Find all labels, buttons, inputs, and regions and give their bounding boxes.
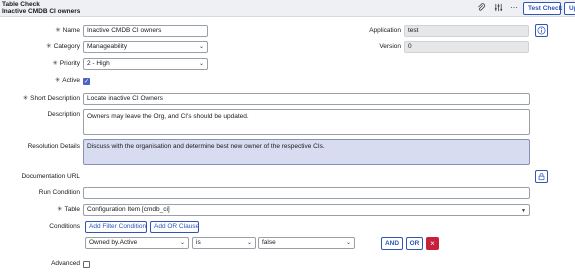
chevron-down-icon: ⌄ — [198, 61, 204, 67]
name-label-text: Name — [62, 27, 80, 34]
table-label: ✳ Table — [0, 204, 80, 216]
version-label: Version — [379, 43, 401, 50]
add-or-clause-button[interactable]: Add OR Clause — [150, 221, 199, 233]
record-name-title: Inactive CMDB CI owners — [2, 8, 81, 15]
condition-value-value: false — [262, 239, 276, 246]
name-field[interactable]: Inactive CMDB CI owners — [83, 25, 208, 37]
priority-select[interactable]: 2 - High ⌄ — [83, 58, 208, 70]
run-condition-field[interactable] — [83, 187, 530, 199]
form-header: Table Check Inactive CMDB CI owners ⋯ Te… — [0, 0, 575, 17]
or-button[interactable]: OR — [406, 237, 423, 250]
and-button[interactable]: AND — [381, 237, 403, 250]
application-field: test — [404, 25, 529, 37]
application-label: Application — [369, 27, 401, 34]
category-select-value: Manageability — [87, 43, 128, 50]
resolution-details-label: Resolution Details — [27, 143, 80, 150]
chevron-down-icon: ⌄ — [198, 44, 204, 50]
chevron-down-icon: ⌄ — [246, 240, 252, 246]
active-label-text: Active — [62, 77, 80, 84]
priority-label: ✳ Priority — [0, 58, 80, 70]
add-filter-condition-button[interactable]: Add Filter Condition — [85, 221, 147, 233]
active-label: ✳ Active — [0, 75, 80, 87]
table-select-value: Configuration Item [cmdb_ci] — [87, 206, 170, 213]
description-label: Description — [47, 111, 80, 118]
sliders-icon[interactable] — [493, 3, 503, 13]
check-icon: ✓ — [84, 79, 90, 85]
description-field[interactable]: Owners may leave the Org, and CI's shoul… — [83, 109, 530, 135]
update-button[interactable]: Up — [564, 2, 575, 15]
resolution-details-field[interactable]: Discuss with the organisation and determ… — [83, 139, 530, 165]
table-label-text: Table — [64, 206, 80, 213]
documentation-url-label: Documentation URL — [21, 173, 80, 180]
lock-icon[interactable] — [535, 170, 548, 183]
version-field: 0 — [404, 41, 529, 53]
chevron-down-icon: ⌄ — [179, 240, 185, 246]
required-indicator: ✳ — [55, 27, 61, 34]
test-check-button[interactable]: Test Check — [523, 2, 562, 15]
priority-select-value: 2 - High — [87, 60, 110, 67]
category-label: ✳ Category — [0, 41, 80, 53]
info-icon[interactable] — [535, 24, 548, 37]
required-indicator: ✳ — [22, 95, 29, 102]
table-select[interactable]: Configuration Item [cmdb_ci] ▼ — [83, 204, 530, 216]
condition-value-select[interactable]: false ⌄ — [258, 237, 355, 249]
conditions-label: Conditions — [49, 223, 80, 230]
short-description-label-text: Short Description — [30, 95, 80, 102]
required-indicator: ✳ — [46, 43, 52, 50]
priority-label-text: Priority — [59, 60, 80, 67]
required-indicator: ✳ — [57, 206, 63, 213]
advanced-checkbox[interactable] — [83, 261, 90, 268]
active-checkbox[interactable]: ✓ — [83, 78, 90, 85]
run-condition-label: Run Condition — [38, 189, 80, 196]
category-label-text: Category — [53, 43, 80, 50]
advanced-label: Advanced — [51, 260, 80, 267]
short-description-label: ✳ Short Description — [0, 93, 80, 105]
chevron-down-icon: ⌄ — [345, 240, 351, 246]
category-select[interactable]: Manageability ⌄ — [83, 41, 208, 53]
condition-field-select[interactable]: Owned by.Active ⌄ — [85, 237, 189, 249]
condition-operator-value: is — [196, 239, 201, 246]
more-icon[interactable]: ⋯ — [509, 3, 519, 13]
delete-icon[interactable]: × — [426, 237, 439, 250]
name-label: ✳ Name — [0, 25, 80, 37]
condition-field-value: Owned by.Active — [89, 239, 138, 246]
caret-down-icon: ▼ — [521, 208, 526, 214]
required-indicator: ✳ — [52, 60, 58, 67]
required-indicator: ✳ — [54, 77, 61, 84]
short-description-field[interactable]: Locate inactive CI Owners — [83, 93, 530, 105]
record-type-title: Table Check — [2, 1, 40, 8]
condition-operator-select[interactable]: is ⌄ — [192, 237, 256, 249]
paperclip-icon[interactable] — [476, 3, 486, 13]
